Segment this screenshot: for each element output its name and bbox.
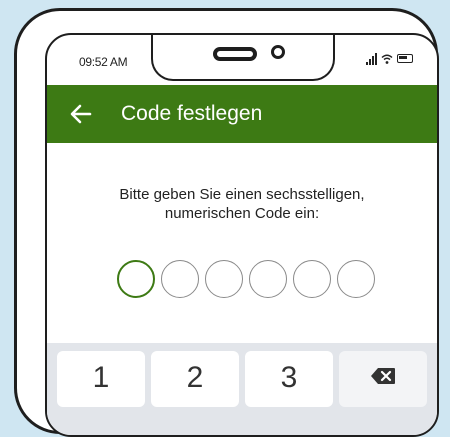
instruction-line-1: Bitte geben Sie einen sechsstelligen, [119, 186, 365, 203]
numeric-keypad: 1 2 3 [47, 343, 437, 435]
phone-frame: 09:52 AM Code festlegen Bitte geben Sie … [14, 8, 439, 437]
phone-notch [151, 35, 335, 81]
camera-icon [271, 45, 285, 59]
pin-dot [249, 260, 287, 298]
phone-screen: 09:52 AM Code festlegen Bitte geben Sie … [45, 33, 439, 437]
delete-key[interactable] [339, 351, 427, 407]
battery-icon [397, 54, 413, 63]
pin-dot [293, 260, 331, 298]
app-bar: Code festlegen [47, 85, 437, 143]
backspace-icon [371, 368, 395, 384]
status-icons [366, 53, 413, 65]
instruction-line-2: numerischen Code ein: [164, 205, 320, 222]
pin-dot [117, 260, 155, 298]
signal-icon [366, 53, 377, 65]
pin-dot [337, 260, 375, 298]
key-2[interactable]: 2 [151, 351, 239, 407]
status-time: 09:52 AM [79, 55, 128, 69]
page-title: Code festlegen [121, 102, 263, 125]
pin-instruction: Bitte geben Sie einen sechsstelligen, nu… [47, 185, 437, 223]
key-3[interactable]: 3 [245, 351, 333, 407]
pin-dot [161, 260, 199, 298]
back-button[interactable] [61, 94, 101, 134]
key-1[interactable]: 1 [57, 351, 145, 407]
wifi-icon [381, 54, 393, 64]
speaker-icon [213, 47, 257, 61]
arrow-left-icon [70, 104, 92, 124]
pin-dot [205, 260, 243, 298]
pin-indicator[interactable] [117, 260, 375, 298]
